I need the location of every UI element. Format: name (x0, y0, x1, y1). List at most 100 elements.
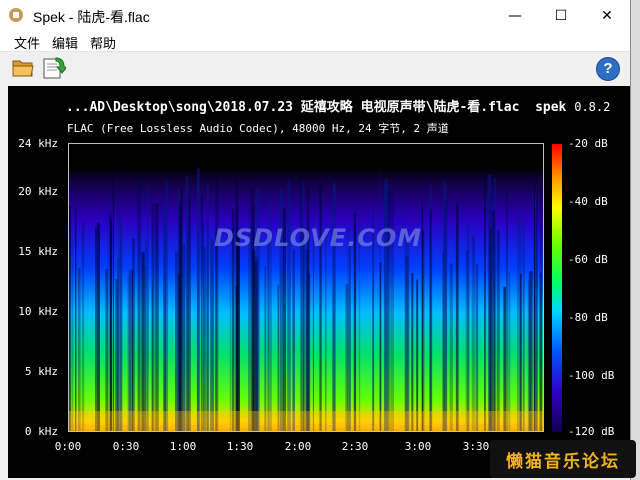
spectrogram-stripe (488, 174, 492, 432)
spectrogram-stripe (110, 219, 112, 432)
spectrogram-panel: ...AD\Desktop\song\2018.07.23 延禧攻略 电视原声带… (8, 86, 630, 478)
spectrogram-stripe (484, 168, 486, 432)
file-path: ...AD\Desktop\song\2018.07.23 延禧攻略 电视原声带… (66, 100, 520, 115)
spectrogram-stripe (527, 279, 532, 432)
x-tick-1-30: 1:30 (226, 440, 254, 453)
db-tick-60: -60 dB (568, 253, 608, 266)
spectrogram-stripe (112, 169, 115, 432)
spectrogram-stripe (200, 195, 203, 432)
save-icon[interactable] (42, 56, 66, 80)
spectrogram-stripe (95, 227, 97, 432)
low-frequency-band (68, 411, 544, 432)
spectrogram-stripe (81, 221, 85, 432)
spectrogram-stripe (492, 210, 495, 432)
toolbar (0, 52, 630, 84)
spectrogram-plot (68, 143, 544, 432)
folder-open-icon[interactable] (12, 58, 34, 78)
spectrogram-stripe (332, 182, 336, 432)
forum-watermark-badge: 懒猫音乐论坛 (490, 440, 636, 478)
spectrogram-stripe (522, 220, 525, 432)
spectrogram-stripe (131, 269, 134, 432)
y-tick-15khz: 15 kHz (18, 245, 58, 258)
spectrogram-stripe (71, 238, 74, 432)
spectrogram-stripe (508, 271, 511, 432)
spectrogram-stripe (182, 244, 186, 432)
y-tick-5khz: 5 kHz (24, 365, 58, 378)
spectrogram-stripe (147, 188, 149, 432)
spectrogram-stripe (75, 207, 77, 432)
file-header: ...AD\Desktop\song\2018.07.23 延禧攻略 电视原声带… (66, 96, 610, 115)
spectrogram-stripe (267, 237, 269, 432)
spectrogram-stripe (416, 279, 419, 432)
spectrogram-stripe (497, 229, 500, 432)
spectrogram-image (68, 143, 544, 432)
spectrogram-stripe (237, 246, 240, 432)
spectrogram-stripe (429, 209, 432, 432)
app-icon (9, 8, 23, 22)
maximize-button[interactable]: ☐ (538, 0, 584, 31)
x-tick-0-30: 0:30 (112, 440, 140, 453)
spectrogram-stripe (287, 180, 291, 432)
close-button[interactable]: ✕ (584, 0, 630, 31)
spectrogram-stripe (277, 284, 279, 432)
spek-window: Spek - 陆虎-看.flac — ☐ ✕ 文件 编辑 帮助 ? ...AD\… (0, 0, 631, 480)
menu-edit[interactable]: 编辑 (52, 33, 78, 52)
db-tick-100: -100 dB (568, 369, 615, 382)
spectrogram-stripe (543, 170, 544, 432)
spectrogram-stripe (503, 286, 506, 432)
spectrogram-stripe (506, 190, 508, 432)
spectrogram-stripe (536, 174, 538, 432)
spectrogram-stripe (196, 168, 200, 432)
db-tick-120: -120 dB (568, 425, 615, 438)
spectrogram-stripe (264, 266, 267, 432)
spectrogram-stripe (203, 222, 205, 432)
db-tick-80: -80 dB (568, 311, 608, 324)
spectrogram-stripe (210, 239, 214, 432)
help-icon[interactable]: ? (596, 57, 620, 81)
spectrogram-stripe (175, 251, 179, 432)
title-bar[interactable]: Spek - 陆虎-看.flac — ☐ ✕ (0, 0, 630, 31)
x-tick-2-00: 2:00 (284, 440, 312, 453)
menu-help[interactable]: 帮助 (90, 33, 116, 52)
spectrogram-stripe (165, 182, 168, 432)
spectrogram-stripe (465, 250, 469, 432)
menu-bar: 文件 编辑 帮助 (0, 31, 630, 52)
y-tick-10khz: 10 kHz (18, 305, 58, 318)
spectrogram-stripe (299, 168, 303, 432)
spectrogram-stripe (215, 175, 219, 432)
spectrogram-stripe (384, 179, 388, 432)
spectrogram-stripe (144, 266, 146, 432)
spectrogram-stripe (519, 274, 522, 432)
watermark-text: DSDLOVE.COM (214, 224, 423, 252)
spectrogram-stripe (78, 267, 81, 432)
app-version: 0.8.2 (574, 100, 611, 114)
spectrogram-stripe (96, 222, 100, 432)
spectrogram-stripe (115, 279, 119, 432)
spectrogram-stripe (128, 270, 132, 432)
spectrogram-stripe (345, 284, 349, 432)
x-tick-2-30: 2:30 (341, 440, 369, 453)
spectrogram-stripe (516, 210, 519, 432)
spectrogram-stripe (405, 256, 409, 432)
window-title: Spek - 陆虎-看.flac (33, 9, 150, 25)
minimize-button[interactable]: — (492, 0, 538, 31)
spectrogram-stripe (471, 236, 476, 432)
spectrogram-stripe (349, 243, 351, 432)
spectrogram-stripe (105, 268, 109, 432)
spectrogram-stripe (379, 262, 382, 432)
spectrogram-stripe (475, 263, 479, 432)
spectrogram-stripe (303, 235, 305, 432)
x-tick-1-00: 1:00 (169, 440, 197, 453)
spectrogram-stripe (534, 179, 535, 432)
desktop-edge (631, 0, 640, 480)
spectrogram-stripe (137, 178, 142, 432)
db-colorbar (552, 144, 562, 432)
spectrogram-stripe (119, 217, 123, 432)
y-tick-0khz: 0 kHz (24, 425, 58, 438)
x-tick-0-00: 0:00 (54, 440, 82, 453)
spectrogram-stripe (442, 181, 447, 432)
app-name: spek (535, 100, 567, 115)
spectrogram-stripe (292, 249, 295, 432)
menu-file[interactable]: 文件 (14, 33, 40, 52)
spectrogram-stripe (206, 184, 209, 432)
